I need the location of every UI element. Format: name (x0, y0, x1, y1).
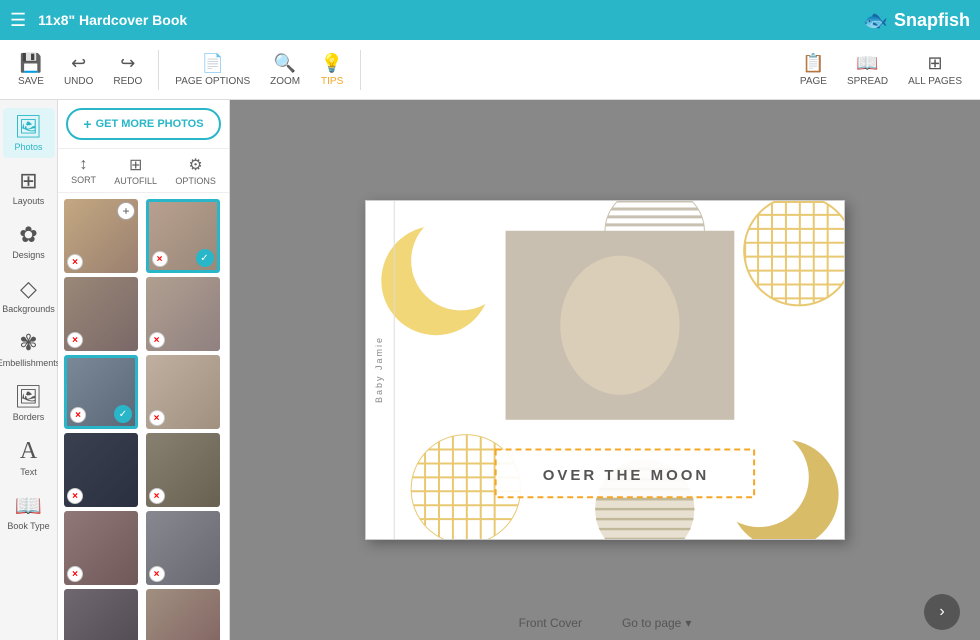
remove-photo-button[interactable]: × (67, 254, 83, 270)
page-options-icon: 📄 (202, 53, 224, 74)
plus-icon: + (83, 116, 91, 132)
photo-thumb[interactable]: × (146, 277, 220, 351)
spread-icon: 📖 (856, 53, 878, 74)
book-title-box[interactable]: OVER THE MOON (496, 451, 756, 499)
front-cover-label: Front Cover (519, 616, 582, 630)
sidebar-item-photos[interactable]: 🖼 Photos (3, 108, 55, 158)
booktype-icon: 📖 (15, 493, 42, 519)
options-icon: ⚙ (188, 155, 202, 175)
page-icon: 📋 (802, 53, 824, 74)
sidebar-item-designs[interactable]: ✿ Designs (3, 216, 55, 266)
undo-icon: ↩ (71, 53, 86, 74)
photos-icon: 🖼 (15, 114, 43, 140)
remove-photo-button[interactable]: × (149, 488, 165, 504)
next-icon: › (939, 603, 944, 621)
options-button[interactable]: ⚙ OPTIONS (175, 155, 216, 186)
add-to-page-button[interactable]: + (117, 202, 135, 220)
zoom-icon: 🔍 (274, 53, 296, 74)
photo-thumb[interactable]: × (146, 355, 220, 429)
remove-photo-button[interactable]: × (67, 566, 83, 582)
main-area: 🖼 Photos ⊞ Layouts ✿ Designs ◇ Backgroun… (0, 100, 980, 640)
remove-photo-button[interactable]: × (149, 332, 165, 348)
canvas-footer: Front Cover Go to page ▾ (230, 616, 980, 630)
sort-icon: ↕ (80, 156, 88, 174)
divider-1 (158, 50, 159, 90)
go-to-page-button[interactable]: Go to page ▾ (622, 616, 691, 630)
remove-photo-button[interactable]: × (149, 566, 165, 582)
photo-grid: +××✓×××✓××××××× (58, 193, 229, 640)
sidebar-item-embellishments[interactable]: ✾ Embellishments (3, 324, 55, 374)
photo-sort-bar: ↕ SORT ⊞ AUTOFILL ⚙ OPTIONS (58, 149, 229, 193)
save-icon: 💾 (20, 53, 42, 74)
icon-sidebar: 🖼 Photos ⊞ Layouts ✿ Designs ◇ Backgroun… (0, 100, 58, 640)
sidebar-item-borders[interactable]: 🖼 Borders (3, 378, 55, 428)
logo: 🐟 Snapfish (863, 8, 970, 33)
sidebar-item-backgrounds[interactable]: ◇ Backgrounds (3, 270, 55, 320)
autofill-button[interactable]: ⊞ AUTOFILL (114, 155, 157, 186)
chevron-down-icon: ▾ (685, 616, 691, 630)
backgrounds-icon: ◇ (20, 276, 37, 302)
photo-thumb[interactable]: × (64, 511, 138, 585)
photo-panel: + GET MORE PHOTOS ↕ SORT ⊞ AUTOFILL ⚙ OP… (58, 100, 230, 640)
book-canvas: Baby Jamie OVER THE MOON (365, 200, 845, 540)
text-icon: A (20, 438, 37, 465)
sort-button[interactable]: ↕ SORT (71, 156, 96, 185)
photo-thumb[interactable]: ×✓ (64, 355, 138, 429)
sidebar-item-booktype[interactable]: 📖 Book Type (3, 487, 55, 537)
book-page[interactable]: Baby Jamie OVER THE MOON (365, 200, 845, 540)
spread-view-button[interactable]: 📖 SPREAD (839, 49, 896, 91)
remove-photo-button[interactable]: × (70, 407, 86, 423)
photo-selected-badge: ✓ (114, 405, 132, 423)
designs-icon: ✿ (19, 222, 37, 248)
autofill-icon: ⊞ (129, 155, 142, 175)
remove-photo-button[interactable]: × (67, 332, 83, 348)
redo-icon: ↪ (120, 53, 135, 74)
photo-thumb[interactable]: × (146, 589, 220, 640)
redo-button[interactable]: ↪ REDO (105, 49, 150, 91)
logo-text: Snapfish (894, 10, 970, 31)
photo-thumb[interactable]: ×✓ (146, 199, 220, 273)
all-pages-icon: ⊞ (927, 53, 942, 74)
sidebar-item-text[interactable]: A Text (3, 432, 55, 483)
undo-button[interactable]: ↩ UNDO (56, 49, 101, 91)
save-button[interactable]: 💾 SAVE (10, 49, 52, 91)
photo-thumb[interactable]: × (64, 589, 138, 640)
page-options-button[interactable]: 📄 PAGE OPTIONS (167, 49, 258, 91)
embellishments-icon: ✾ (19, 330, 37, 356)
get-more-photos-button[interactable]: + GET MORE PHOTOS (66, 108, 221, 140)
zoom-button[interactable]: 🔍 ZOOM (262, 49, 308, 91)
menu-icon[interactable]: ☰ (10, 10, 26, 31)
photo-thumb[interactable]: × (64, 277, 138, 351)
photo-thumb[interactable]: × (64, 433, 138, 507)
borders-icon: 🖼 (15, 384, 43, 410)
toolbar: 💾 SAVE ↩ UNDO ↪ REDO 📄 PAGE OPTIONS 🔍 ZO… (0, 40, 980, 100)
view-options: 📋 PAGE 📖 SPREAD ⊞ ALL PAGES (792, 49, 970, 91)
sidebar-item-layouts[interactable]: ⊞ Layouts (3, 162, 55, 212)
photo-thumb[interactable]: +× (64, 199, 138, 273)
layouts-icon: ⊞ (19, 168, 37, 194)
remove-photo-button[interactable]: × (152, 251, 168, 267)
remove-photo-button[interactable]: × (149, 410, 165, 426)
fish-icon: 🐟 (863, 8, 888, 33)
photo-thumb[interactable]: × (146, 433, 220, 507)
next-page-button[interactable]: › (924, 594, 960, 630)
photo-selected-badge: ✓ (196, 249, 214, 267)
photo-thumb[interactable]: × (146, 511, 220, 585)
remove-photo-button[interactable]: × (67, 488, 83, 504)
book-title-text: OVER THE MOON (543, 467, 710, 484)
all-pages-button[interactable]: ⊞ ALL PAGES (900, 49, 970, 91)
app-header: ☰ 11x8" Hardcover Book 🐟 Snapfish (0, 0, 980, 40)
photo-panel-header: + GET MORE PHOTOS (58, 100, 229, 149)
tips-icon: 💡 (321, 53, 343, 74)
spine-text: Baby Jamie (374, 336, 384, 403)
page-view-button[interactable]: 📋 PAGE (792, 49, 835, 91)
tips-button[interactable]: 💡 TIPS (312, 49, 352, 91)
canvas-area: Baby Jamie OVER THE MOON Front Cover Go … (230, 100, 980, 640)
divider-2 (360, 50, 361, 90)
book-title: 11x8" Hardcover Book (38, 12, 863, 28)
